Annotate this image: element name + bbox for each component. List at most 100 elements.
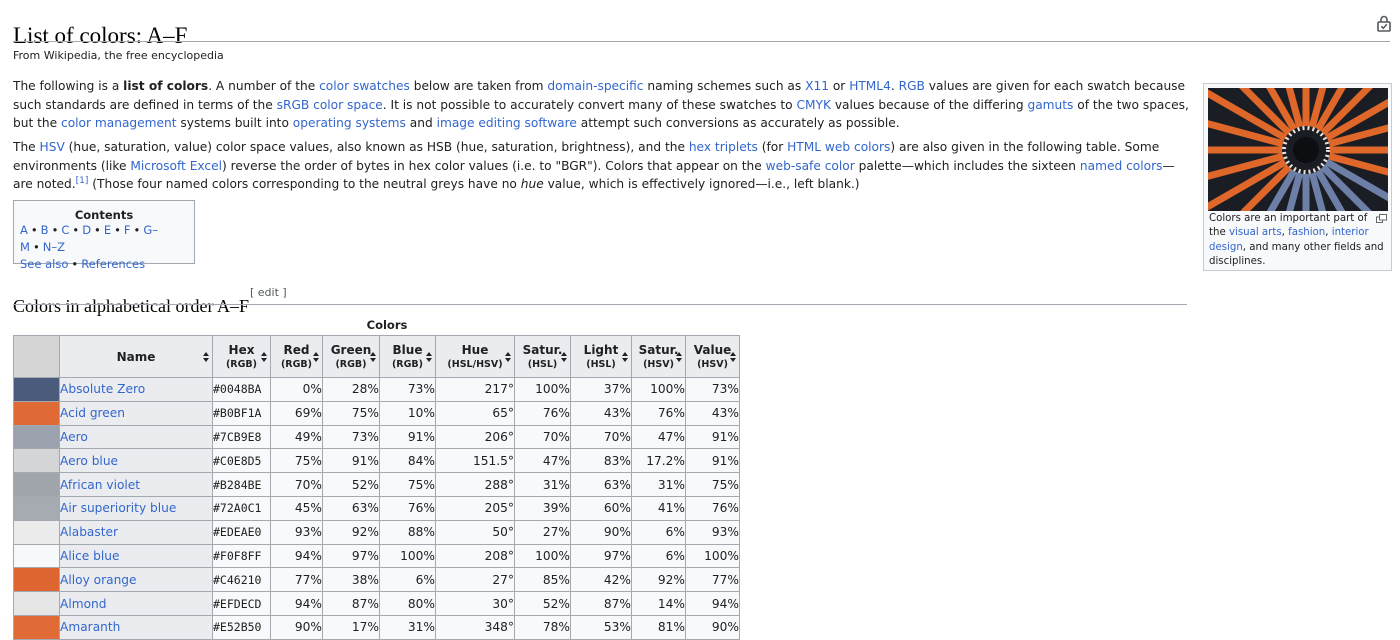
intro-1-link[interactable]: RGB bbox=[899, 79, 925, 93]
cell-blue: 31% bbox=[379, 614, 436, 640]
intro-2-link[interactable]: named colors bbox=[1080, 159, 1163, 173]
intro-1-link[interactable]: HTML4 bbox=[849, 79, 891, 93]
caption-link[interactable]: visual arts bbox=[1229, 227, 1282, 238]
intro-2-text: (for bbox=[757, 140, 788, 154]
cell-light: 53% bbox=[570, 614, 632, 640]
cell-light: 42% bbox=[570, 567, 632, 593]
intro-1-link[interactable]: image editing software bbox=[437, 116, 577, 130]
table-row: Aero blue #C0E8D5 75% 91% 84% 151.5° 47% 83% 17.… bbox=[13, 448, 740, 474]
color-name-link[interactable]: Almond bbox=[59, 591, 213, 616]
intro-1-link[interactable]: sRGB color space bbox=[277, 98, 383, 112]
sort-icon[interactable] bbox=[561, 351, 567, 362]
sort-icon[interactable] bbox=[370, 351, 376, 362]
cell-blue: 91% bbox=[379, 424, 436, 450]
cell-green: 91% bbox=[322, 448, 380, 474]
intro-1-link[interactable]: color management bbox=[61, 116, 177, 130]
intro-2-text: The bbox=[13, 140, 40, 154]
table-row: Air superiority blue #72A0C1 45% 63% 76% 205°… bbox=[13, 495, 740, 521]
intro-1-text: . bbox=[890, 79, 899, 93]
cell-hue: 205° bbox=[435, 495, 515, 521]
toc-separator: • bbox=[133, 223, 141, 237]
cell-red: 75% bbox=[270, 448, 323, 474]
toc-link[interactable]: N–Z bbox=[43, 240, 65, 254]
toc-link[interactable]: F bbox=[124, 223, 131, 237]
sort-icon[interactable] bbox=[730, 351, 736, 362]
color-name-link[interactable]: Amaranth bbox=[59, 614, 213, 640]
section-heading: Colors in alphabetical order A–F bbox=[13, 295, 249, 316]
color-name-link[interactable]: Acid green bbox=[59, 400, 213, 426]
intro-1-link[interactable]: CMYK bbox=[797, 98, 831, 112]
page-title: List of colors: A–F bbox=[13, 23, 188, 49]
thumbnail-figure: Colors are an important part of the visu… bbox=[1203, 83, 1392, 271]
toc-link[interactable]: See also bbox=[20, 257, 68, 271]
edit-section-link[interactable]: [ edit ] bbox=[250, 286, 287, 299]
toc-link[interactable]: B bbox=[41, 223, 49, 237]
toc-extra-row: See also • References bbox=[20, 256, 194, 273]
column-header-hue[interactable]: Hue (HSL/HSV) bbox=[435, 335, 515, 378]
caption-link[interactable]: fashion bbox=[1288, 227, 1325, 238]
sort-icon[interactable] bbox=[261, 351, 267, 362]
column-header-blue[interactable]: Blue (RGB) bbox=[379, 335, 436, 378]
intro-2-link[interactable]: HSV bbox=[40, 140, 65, 154]
color-swatch bbox=[13, 543, 60, 569]
lock-icon[interactable] bbox=[1377, 15, 1391, 32]
column-header-light[interactable]: Light (HSL) bbox=[570, 335, 632, 378]
cell-light: 60% bbox=[570, 495, 632, 521]
toc-link[interactable]: References bbox=[81, 257, 145, 271]
color-name-link[interactable]: Alice blue bbox=[59, 543, 213, 569]
cell-green: 28% bbox=[322, 377, 380, 402]
toc-link[interactable]: C bbox=[61, 223, 69, 237]
intro-1-link[interactable]: color swatches bbox=[319, 79, 410, 93]
color-name-link[interactable]: African violet bbox=[59, 472, 213, 497]
title-underline bbox=[13, 41, 1390, 42]
sort-icon[interactable] bbox=[426, 351, 432, 362]
table-body: Absolute Zero #0048BA 0% 28% 73% 217° 100% 37% 1… bbox=[13, 377, 740, 640]
cell-hex: #0048BA bbox=[212, 377, 271, 402]
sort-icon[interactable] bbox=[203, 351, 209, 362]
intro-1-link[interactable]: X11 bbox=[805, 79, 829, 93]
color-name-link[interactable]: Air superiority blue bbox=[59, 495, 213, 521]
intro-1-link[interactable]: domain-specific bbox=[547, 79, 643, 93]
color-name-link[interactable]: Aero blue bbox=[59, 448, 213, 474]
color-name-link[interactable]: Alabaster bbox=[59, 519, 213, 545]
intro-2-link[interactable]: hex triplets bbox=[689, 140, 758, 154]
cell-light: 90% bbox=[570, 519, 632, 545]
column-header-name[interactable]: Name bbox=[59, 335, 213, 378]
colored-pencils-image[interactable] bbox=[1208, 88, 1388, 211]
intro-2-link[interactable]: web-safe color bbox=[766, 159, 855, 173]
intro-2-text: value, which is effectively ignored—i.e.… bbox=[543, 177, 860, 191]
intro-1-link[interactable]: operating systems bbox=[293, 116, 406, 130]
cell-blue: 10% bbox=[379, 400, 436, 426]
sort-icon[interactable] bbox=[505, 351, 511, 362]
cell-value: 100% bbox=[685, 543, 740, 569]
color-name-link[interactable]: Alloy orange bbox=[59, 567, 213, 593]
cell-value: 77% bbox=[685, 567, 740, 593]
intro-2-link[interactable]: HTML web colors bbox=[787, 140, 890, 154]
table-row: Alice blue #F0F8FF 94% 97% 100% 208° 100% 97% 6%… bbox=[13, 543, 740, 569]
toc-link[interactable]: D bbox=[82, 223, 91, 237]
color-name-link[interactable]: Absolute Zero bbox=[59, 377, 213, 402]
column-header-value[interactable]: Value (HSV) bbox=[685, 335, 740, 378]
column-header-red[interactable]: Red (RGB) bbox=[270, 335, 323, 378]
toc-link[interactable]: E bbox=[104, 223, 111, 237]
section-underline bbox=[13, 304, 1187, 305]
cell-hex: #B284BE bbox=[212, 472, 271, 497]
cell-red: 77% bbox=[270, 567, 323, 593]
cell-value: 43% bbox=[685, 400, 740, 426]
column-header-satur[interactable]: Satur. (HSV) bbox=[631, 335, 686, 378]
cell-hex: #B0BF1A bbox=[212, 400, 271, 426]
color-name-link[interactable]: Aero bbox=[59, 424, 213, 450]
intro-1-text: The following is a bbox=[13, 79, 124, 93]
intro-1-link[interactable]: gamuts bbox=[1027, 98, 1073, 112]
sort-icon[interactable] bbox=[622, 351, 628, 362]
toc-separator: • bbox=[94, 223, 101, 237]
sort-icon[interactable] bbox=[676, 351, 682, 362]
sort-icon[interactable] bbox=[313, 351, 319, 362]
column-header-satur[interactable]: Satur. (HSL) bbox=[514, 335, 571, 378]
column-header-hex[interactable]: Hex (RGB) bbox=[212, 335, 271, 378]
cell-sat-hsl: 31% bbox=[514, 472, 571, 497]
intro-2-link[interactable]: Microsoft Excel bbox=[130, 159, 222, 173]
toc-link[interactable]: A bbox=[20, 223, 28, 237]
intro-2-link[interactable]: [1] bbox=[76, 176, 89, 186]
column-header-green[interactable]: Green (RGB) bbox=[322, 335, 380, 378]
